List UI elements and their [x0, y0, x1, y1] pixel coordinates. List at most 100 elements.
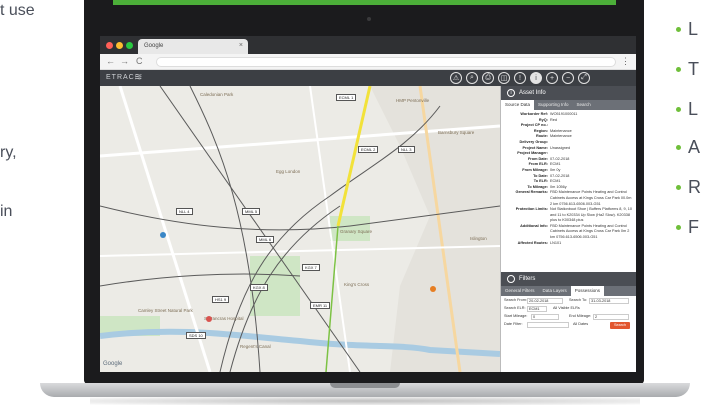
filter-icon: [507, 275, 515, 283]
left-copy: t use ry, in: [0, 0, 60, 300]
bullet-dot-icon: [676, 106, 681, 112]
close-window-icon[interactable]: [106, 42, 113, 49]
bullet-item: L: [676, 18, 698, 40]
google-logo: Google: [103, 361, 123, 367]
filters-header: Filters: [501, 272, 636, 286]
zoom-in-tool-icon[interactable]: +: [546, 72, 558, 84]
map-place-label: Granary Square: [340, 229, 373, 234]
bullet-dot-icon: [676, 144, 681, 150]
asset-marker[interactable]: EMR 11: [310, 302, 331, 309]
laptop-screen: Google × ← → C ⋮ ETRAC ≋ ⚠ ⌕ ⎙ ◫ ! i + −…: [100, 36, 636, 372]
asset-marker[interactable]: KGX 8: [250, 284, 268, 291]
info-icon: i: [507, 89, 515, 97]
laptop-notch: [330, 383, 400, 388]
warning-tool-icon[interactable]: !: [514, 72, 526, 84]
bullet-dot-icon: [676, 184, 681, 190]
search-dates-row: Search From: 20-02-2018 Search To: 31-03…: [501, 296, 636, 304]
poi-pin-icon[interactable]: [160, 232, 166, 238]
tab-title: Google: [144, 43, 164, 49]
asset-marker[interactable]: KGX 7: [302, 264, 320, 271]
filters-title: Filters: [519, 276, 536, 282]
bullet-item: F: [676, 216, 699, 238]
bullet-item: A: [676, 136, 700, 158]
search-elr-label: Search ELR:: [504, 306, 526, 310]
forward-button[interactable]: →: [120, 56, 129, 66]
map-place-label: HMP Pentonville: [396, 98, 430, 103]
date-filter-input[interactable]: [527, 322, 569, 328]
tab-possessions[interactable]: Possessions: [570, 286, 605, 296]
tab-source-data[interactable]: Source Data: [501, 100, 535, 110]
brand-logo-icon: ≋: [134, 72, 143, 83]
field-value: FBD Maintenance Points Heating and Contr…: [550, 190, 632, 206]
asset-marker[interactable]: ECML 1: [336, 94, 357, 101]
minimize-window-icon[interactable]: [116, 42, 123, 49]
webcam-icon: [367, 17, 371, 21]
end-mileage-label: End Mileage:: [569, 314, 592, 318]
browser-tab[interactable]: Google ×: [138, 39, 248, 54]
bullet-dot-icon: [676, 224, 681, 230]
all-dates-checkbox[interactable]: All Dates: [573, 322, 588, 326]
layers-tool-icon[interactable]: ◫: [498, 72, 510, 84]
left-copy-line: in: [0, 203, 13, 220]
tab-supporting-info[interactable]: Supporting Info: [534, 100, 573, 110]
bullet-dot-icon: [676, 26, 681, 32]
search-button[interactable]: Search: [610, 322, 630, 329]
map-place-label: Caledonian Park: [200, 92, 234, 97]
laptop-shadow: [90, 397, 640, 405]
asset-info-title: Asset Info: [519, 90, 546, 96]
asset-marker[interactable]: MML 6: [256, 236, 275, 243]
hospital-pin-icon[interactable]: [206, 316, 212, 322]
bullet-dot-icon: [676, 66, 681, 72]
app-brand: ETRAC: [106, 74, 135, 81]
asset-marker[interactable]: SDS 10: [186, 332, 206, 339]
asset-info-panel: i Asset Info Source Data Supporting Info…: [500, 86, 636, 272]
close-tab-icon[interactable]: ×: [239, 42, 243, 49]
asset-marker[interactable]: NLL 3: [398, 146, 415, 153]
map-place-label: King's Cross: [344, 282, 370, 287]
map-place-label: Regent's Canal: [240, 344, 271, 349]
browser-menu-button[interactable]: ⋮: [621, 56, 630, 67]
asset-marker[interactable]: HS1 9: [212, 296, 230, 303]
poi-pin-icon[interactable]: [430, 286, 436, 292]
field-value: LN101: [550, 240, 562, 245]
bullet-item: L: [676, 98, 698, 120]
left-copy-line: t use: [0, 2, 35, 19]
url-input[interactable]: [156, 57, 616, 67]
search-from-label: Search From:: [504, 298, 527, 302]
map-canvas[interactable]: HMP Pentonville Caledonian Park Barnsbur…: [100, 86, 500, 372]
back-button[interactable]: ←: [106, 56, 115, 66]
print-tool-icon[interactable]: ⎙: [482, 72, 494, 84]
field-value: FBD Maintenance Points Heating and Contr…: [550, 223, 630, 240]
asset-marker[interactable]: MML 5: [242, 208, 261, 215]
alerts-tool-icon[interactable]: ⚠: [450, 72, 462, 84]
start-mileage-label: Start Mileage:: [504, 314, 528, 318]
map-place-label: Islington: [470, 236, 487, 241]
map-graphics: [100, 86, 500, 372]
zoom-out-tool-icon[interactable]: −: [562, 72, 574, 84]
map-place-label: Camley Street Natural Park: [138, 308, 193, 313]
date-filter-label: Date Filter:: [504, 322, 523, 326]
maximize-window-icon[interactable]: [126, 42, 133, 49]
field-label: Additional Info:: [520, 223, 548, 228]
tab-search[interactable]: Search: [573, 100, 595, 110]
field-label: Affected Routes:: [517, 240, 548, 245]
asset-info-header: i Asset Info: [501, 86, 636, 100]
field-label: General Remarks:: [515, 190, 548, 195]
search-elr-row: Search ELR: ECM1 All Visible ELRs: [501, 304, 636, 312]
browser-address-bar: ← → C ⋮: [100, 54, 636, 70]
bullet-item: T: [676, 58, 699, 80]
app-toolbar: ETRAC ≋ ⚠ ⌕ ⎙ ◫ ! i + − ⤢: [100, 70, 636, 86]
fullscreen-tool-icon[interactable]: ⤢: [578, 72, 590, 84]
asset-marker[interactable]: NLL 4: [176, 208, 193, 215]
tab-data-layers[interactable]: Data Layers: [539, 286, 571, 296]
tab-general-filters[interactable]: General Filters: [501, 286, 539, 296]
bullet-item: R: [676, 176, 701, 198]
asset-field-row: Protection Limits: Not Stationboot Shoe |…: [504, 207, 633, 224]
asset-field-row: Additional Info: FBD Maintenance Points H…: [504, 224, 633, 241]
search-tool-icon[interactable]: ⌕: [466, 72, 478, 84]
info-tool-icon[interactable]: i: [530, 72, 542, 84]
reload-button[interactable]: C: [136, 56, 143, 66]
all-elrs-checkbox[interactable]: All Visible ELRs: [553, 306, 580, 310]
map-place-label: Barnsbury Square: [438, 130, 475, 135]
asset-marker[interactable]: ECML 2: [358, 146, 379, 153]
